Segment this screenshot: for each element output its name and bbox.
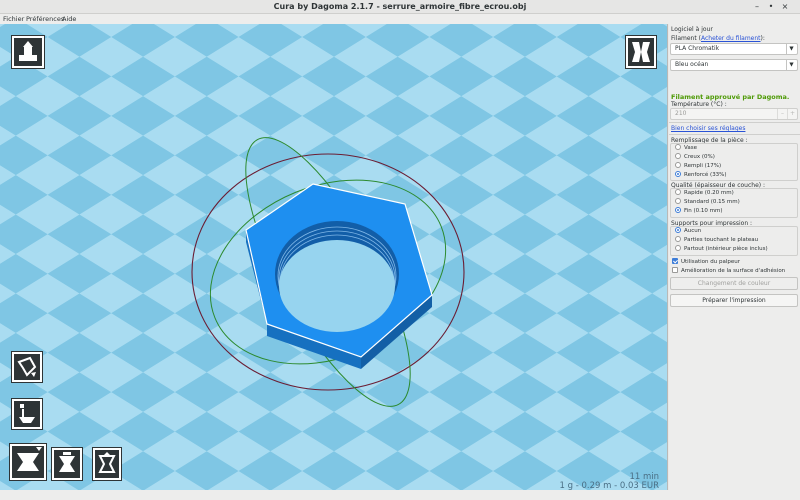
radio-button — [675, 198, 681, 204]
maximize-button[interactable]: • — [766, 2, 776, 12]
color-change-button[interactable]: Changement de couleur — [670, 277, 798, 290]
color-select-value: Bleu océan — [675, 61, 709, 68]
load-model-icon — [19, 41, 37, 61]
filament-label-text: Filament ( — [671, 35, 701, 42]
lay-flat-icon — [59, 452, 75, 472]
filament-label: Filament (Acheter du filament): — [671, 35, 765, 42]
infill-option-label: Rempli (17%) — [684, 163, 722, 169]
radio-button — [675, 245, 681, 251]
checkbox-checked — [672, 258, 678, 264]
infill-group: Vase Creux (0%) Rempli (17%) Renforcé (3… — [670, 143, 798, 181]
mirror-button[interactable] — [9, 443, 47, 481]
filament-select[interactable]: PLA Chromatik ▼ — [670, 43, 798, 55]
scale-button[interactable] — [11, 398, 43, 430]
window-title: Cura by Dagoma 2.1.7 - serrure_armoire_f… — [273, 2, 527, 11]
color-select[interactable]: Bleu océan ▼ — [670, 59, 798, 71]
radio-button — [675, 153, 681, 159]
supports-group: Aucun Parties touchant le plateau Partou… — [670, 226, 798, 256]
radio-button — [675, 236, 681, 242]
update-status: Logiciel à jour — [671, 26, 713, 33]
infill-option-reinforced[interactable]: Renforcé (33%) — [675, 171, 727, 178]
3d-viewport[interactable]: 11 min 1 g - 0.29 m - 0.03 EUR — [0, 24, 668, 490]
scale-icon — [19, 404, 35, 423]
reset-icon — [98, 452, 116, 473]
radio-button — [675, 144, 681, 150]
settings-panel: Logiciel à jour Filament (Acheter du fil… — [669, 24, 800, 490]
supports-option-label: Parties touchant le plateau — [684, 237, 759, 243]
divider — [669, 122, 800, 123]
temperature-increase-button: + — [787, 109, 797, 119]
quality-option-fine[interactable]: Fin (0.10 mm) — [675, 207, 723, 214]
infill-option-label: Vase — [684, 145, 697, 151]
quality-option-label: Rapide (0.20 mm) — [684, 190, 734, 196]
build-plate-scene — [0, 24, 667, 490]
quality-option-label: Standard (0.15 mm) — [684, 199, 740, 205]
radio-button-selected — [675, 227, 681, 233]
probe-checkbox-label: Utilisation du palpeur — [681, 259, 741, 265]
rotate-button[interactable] — [11, 351, 43, 383]
supports-option-none[interactable]: Aucun — [675, 227, 701, 234]
quality-option-fast[interactable]: Rapide (0.20 mm) — [675, 189, 734, 196]
radio-button-selected — [675, 207, 681, 213]
infill-option-hollow[interactable]: Creux (0%) — [675, 153, 715, 160]
settings-guide-link[interactable]: Bien choisir ses réglages — [671, 125, 745, 132]
close-button[interactable]: × — [780, 2, 790, 12]
bottom-strip — [0, 490, 800, 500]
adhesion-checkbox[interactable]: Amélioration de la surface d'adhésion — [672, 267, 785, 274]
chevron-down-icon: ▼ — [786, 60, 796, 70]
reset-button[interactable] — [92, 447, 122, 481]
infill-option-filled[interactable]: Rempli (17%) — [675, 162, 721, 169]
temperature-decrease-button: – — [777, 109, 787, 119]
probe-checkbox[interactable]: Utilisation du palpeur — [672, 258, 740, 265]
supports-option-touching-plate[interactable]: Parties touchant le plateau — [675, 236, 758, 243]
menu-fichier[interactable]: Fichier — [3, 15, 24, 23]
rotate-icon — [17, 356, 37, 377]
supports-option-everywhere[interactable]: Partout (intérieur pièce inclus) — [675, 245, 768, 252]
radio-button — [675, 189, 681, 195]
print-material-cost: 1 g - 0.29 m - 0.03 EUR — [559, 481, 659, 490]
quality-option-standard[interactable]: Standard (0.15 mm) — [675, 198, 740, 205]
quality-group: Rapide (0.20 mm) Standard (0.15 mm) Fin … — [670, 188, 798, 218]
menu-aide[interactable]: Aide — [62, 15, 76, 23]
infill-option-vase[interactable]: Vase — [675, 144, 697, 151]
temperature-label: Température (°C) : — [671, 101, 727, 108]
minimize-button[interactable]: – — [752, 2, 762, 12]
mirror-icon — [17, 447, 42, 471]
supports-option-label: Aucun — [684, 228, 702, 234]
temperature-value: 210 — [675, 110, 687, 117]
view-mode-icon — [632, 42, 650, 62]
filament-approved-message: Filament approuvé par Dagoma. — [671, 93, 790, 101]
divider — [669, 134, 800, 135]
menu-bar: Fichier Préférences Aide — [0, 14, 800, 24]
lay-flat-button[interactable] — [51, 447, 83, 481]
load-model-button[interactable] — [11, 35, 45, 69]
view-mode-button[interactable] — [625, 35, 657, 69]
infill-option-label: Creux (0%) — [684, 154, 715, 160]
adhesion-checkbox-label: Amélioration de la surface d'adhésion — [681, 268, 786, 274]
temperature-spinbox: 210 – + — [670, 108, 798, 120]
radio-button-selected — [675, 171, 681, 177]
supports-option-label: Partout (intérieur pièce inclus) — [684, 246, 768, 252]
buy-filament-link[interactable]: Acheter du filament — [701, 35, 761, 42]
chevron-down-icon: ▼ — [786, 44, 796, 54]
nut-hole-floor — [279, 240, 395, 332]
checkbox — [672, 267, 678, 273]
radio-button — [675, 162, 681, 168]
prepare-print-button[interactable]: Préparer l'impression — [670, 294, 798, 307]
quality-option-label: Fin (0.10 mm) — [684, 208, 723, 214]
menu-preferences[interactable]: Préférences — [26, 15, 64, 23]
infill-option-label: Renforcé (33%) — [684, 172, 727, 178]
filament-label-end: ): — [760, 35, 765, 42]
title-bar: Cura by Dagoma 2.1.7 - serrure_armoire_f… — [0, 0, 800, 14]
filament-select-value: PLA Chromatik — [675, 45, 720, 52]
